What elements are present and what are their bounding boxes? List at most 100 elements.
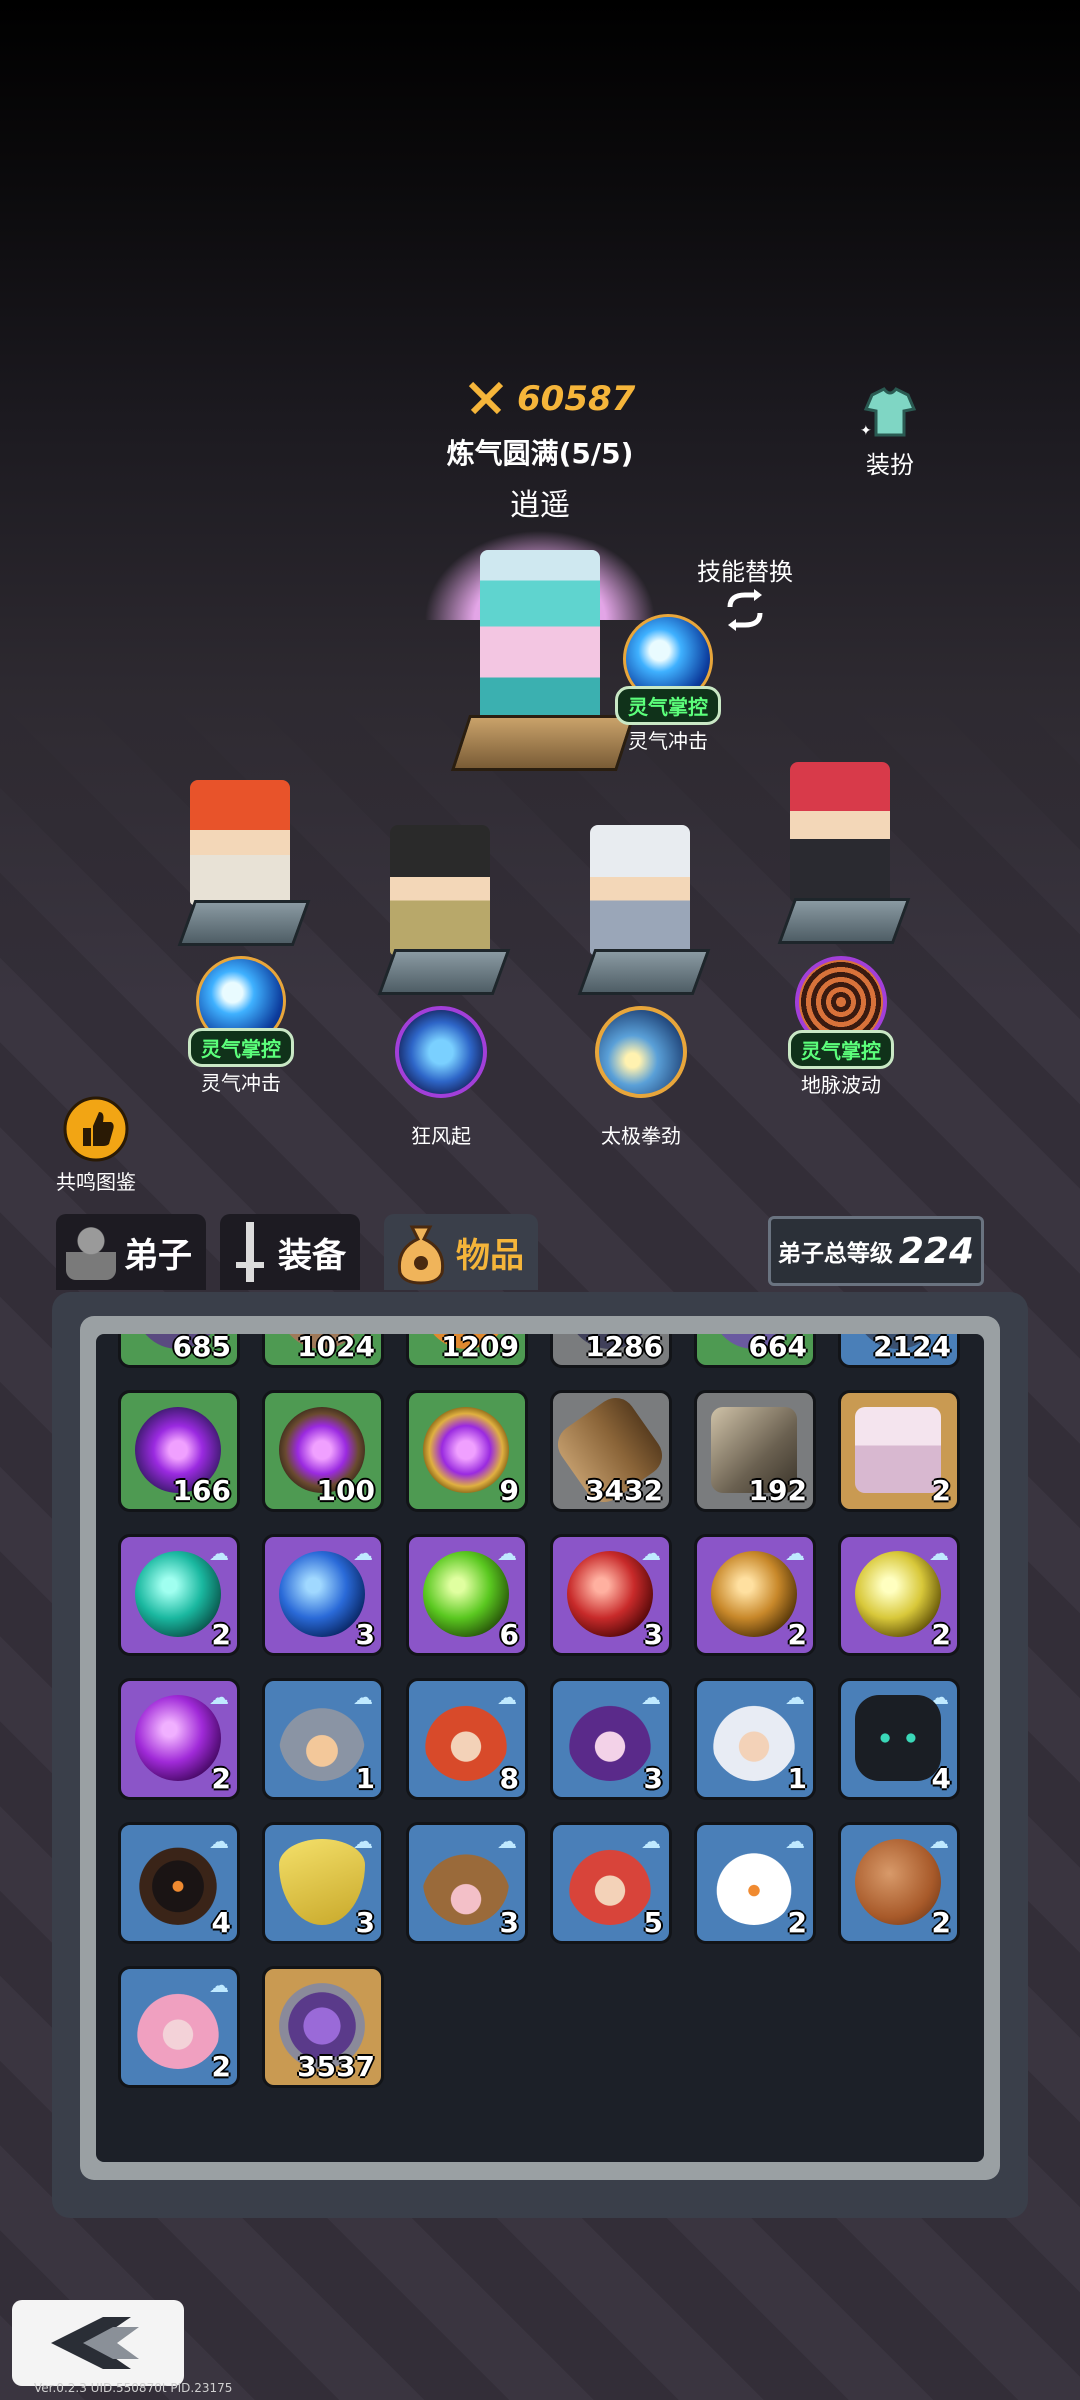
- total-level-label: 弟子总等级: [777, 1241, 893, 1267]
- skill-name: 灵气冲击: [628, 729, 708, 753]
- item-slot[interactable]: ☁ 1: [694, 1678, 816, 1800]
- item-slot[interactable]: 685: [118, 1334, 240, 1368]
- item-slot[interactable]: 166: [118, 1390, 240, 1512]
- white-hair-figure: [590, 825, 690, 955]
- codex-label: 共鸣图鉴: [56, 1170, 136, 1194]
- upgrade-icon: ☁: [209, 1541, 229, 1565]
- item-count: 3: [355, 1618, 375, 1651]
- green-gourd-icon: [423, 1551, 509, 1637]
- item-slot[interactable]: ☁ 4: [838, 1678, 960, 1800]
- blue-gourd-icon: [279, 1551, 365, 1637]
- item-slot[interactable]: ☁ 3: [550, 1534, 672, 1656]
- back-button[interactable]: [12, 2300, 184, 2386]
- tornado-icon: [395, 1006, 487, 1098]
- purple-orb-gold-icon: [423, 1407, 509, 1493]
- disciple-skill-1[interactable]: 灵气掌控 灵气冲击: [176, 956, 306, 1096]
- taiji-fist-icon: [595, 1006, 687, 1098]
- red-spiky-hair-figure: [790, 762, 890, 902]
- witch-hat-icon: [423, 1839, 509, 1925]
- skill-name: 灵气冲击: [201, 1071, 281, 1095]
- item-count: 2: [211, 2050, 231, 2083]
- skill-name: 太极拳劲: [601, 1124, 681, 1148]
- item-slot[interactable]: ☁ 3: [262, 1822, 384, 1944]
- item-count: 100: [316, 1474, 375, 1507]
- tab-items[interactable]: 物品: [384, 1214, 538, 1290]
- dress-up-label: 装扮: [866, 451, 914, 479]
- item-slot[interactable]: 3432: [550, 1390, 672, 1512]
- upgrade-icon: ☁: [929, 1829, 949, 1853]
- combat-power-value: 60587: [517, 379, 636, 419]
- sword-icon: [236, 1222, 264, 1282]
- disciple-slot-1[interactable]: [170, 770, 311, 946]
- disciple-skill-2[interactable]: 狂风起: [376, 1006, 506, 1149]
- item-slot[interactable]: 1286: [550, 1334, 672, 1368]
- disciple-slot-3[interactable]: [570, 815, 711, 995]
- red-hair-girl-icon: [567, 1839, 653, 1925]
- item-slot[interactable]: ☁ 3: [262, 1534, 384, 1656]
- skill-badge: 灵气掌控: [188, 1028, 294, 1067]
- disciple-slot-2[interactable]: [370, 815, 511, 995]
- hooded-disciple-icon: [279, 1695, 365, 1781]
- upgrade-icon: ☁: [497, 1541, 517, 1565]
- disciple-skill-3[interactable]: 太极拳劲: [576, 1006, 706, 1149]
- red-gourd-icon: [567, 1551, 653, 1637]
- item-count: 9: [499, 1474, 519, 1507]
- item-slot[interactable]: ☁ 3: [550, 1678, 672, 1800]
- white-hair-boy-icon: [711, 1695, 797, 1781]
- item-slot[interactable]: 3537: [262, 1966, 384, 2088]
- item-slot[interactable]: 1209: [406, 1334, 528, 1368]
- white-duck-icon: [711, 1839, 797, 1925]
- yellow-gourd-icon: [855, 1551, 941, 1637]
- skill-badge: 灵气掌控: [788, 1030, 894, 1069]
- back-arrow-icon: [51, 2317, 139, 2369]
- item-slot[interactable]: ☁ 5: [550, 1822, 672, 1944]
- tab-disciples[interactable]: 弟子: [56, 1214, 206, 1290]
- total-level-value: 224: [898, 1230, 975, 1272]
- skill-name: 地脉波动: [801, 1073, 881, 1097]
- resonance-codex-button[interactable]: 共鸣图鉴: [48, 1096, 144, 1195]
- item-slot[interactable]: ☁ 2: [118, 1966, 240, 2088]
- upgrade-icon: ☁: [785, 1829, 805, 1853]
- item-slot[interactable]: ☁ 2: [838, 1534, 960, 1656]
- banana-icon: [279, 1839, 365, 1925]
- basketball-icon: [855, 1839, 941, 1925]
- item-slot[interactable]: ☁ 1: [262, 1678, 384, 1800]
- upgrade-icon: ☁: [641, 1541, 661, 1565]
- hero-skill[interactable]: 灵气掌控 灵气冲击: [606, 614, 730, 754]
- dress-up-button[interactable]: ✦ 装扮: [850, 385, 930, 480]
- item-count: 8: [499, 1762, 519, 1795]
- skill-badge: 灵气掌控: [615, 686, 721, 725]
- item-slot[interactable]: 192: [694, 1390, 816, 1512]
- item-slot[interactable]: 664: [694, 1334, 816, 1368]
- item-count: 2: [211, 1618, 231, 1651]
- upgrade-icon: ☁: [641, 1685, 661, 1709]
- hero-name: 逍遥: [510, 488, 570, 523]
- inventory-grid[interactable]: 685 1024 1209 1286 664 2124 166 100 9 34…: [96, 1334, 984, 2162]
- item-slot[interactable]: 9: [406, 1390, 528, 1512]
- item-slot[interactable]: ☁ 2: [118, 1534, 240, 1656]
- item-slot[interactable]: ☁ 6: [406, 1534, 528, 1656]
- outfit-icon: ✦: [860, 387, 917, 439]
- item-slot[interactable]: ☁ 8: [406, 1678, 528, 1800]
- item-slot[interactable]: ☁ 4: [118, 1822, 240, 1944]
- disciple-skill-4[interactable]: 灵气掌控 地脉波动: [776, 956, 906, 1098]
- item-slot[interactable]: 1024: [262, 1334, 384, 1368]
- item-slot[interactable]: ☁ 3: [406, 1822, 528, 1944]
- item-slot[interactable]: ☁ 2: [118, 1678, 240, 1800]
- item-count: 3: [643, 1762, 663, 1795]
- item-slot[interactable]: 2124: [838, 1334, 960, 1368]
- disciple-slot-4[interactable]: [770, 752, 911, 944]
- tab-label: 装备: [278, 1235, 346, 1276]
- tab-equipment[interactable]: 装备: [220, 1214, 360, 1290]
- item-slot[interactable]: ☁ 2: [694, 1822, 816, 1944]
- item-slot[interactable]: ☁ 2: [694, 1534, 816, 1656]
- item-slot[interactable]: ☁ 2: [838, 1822, 960, 1944]
- teal-gourd-icon: [135, 1551, 221, 1637]
- upgrade-icon: ☁: [353, 1541, 373, 1565]
- item-slot[interactable]: 100: [262, 1390, 384, 1512]
- item-count: 2: [931, 1618, 951, 1651]
- total-disciple-level: 弟子总等级 224: [768, 1216, 984, 1286]
- item-count: 2: [931, 1906, 951, 1939]
- treasure-chest-icon: [855, 1407, 941, 1493]
- item-slot[interactable]: 2: [838, 1390, 960, 1512]
